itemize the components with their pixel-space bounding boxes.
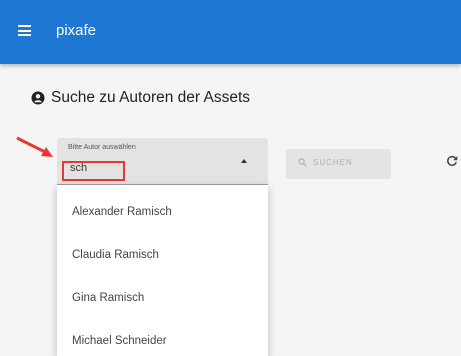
search-button[interactable]: SUCHEN <box>286 149 391 179</box>
refresh-icon[interactable] <box>446 155 458 167</box>
search-icon <box>298 158 307 167</box>
author-select-label: Bitte Autor auswählen <box>68 144 136 151</box>
author-select[interactable]: Bitte Autor auswählen sch <box>57 138 268 185</box>
app-title: pixafe <box>56 22 97 39</box>
app-bar: pixafe <box>0 0 461 64</box>
dropdown-option[interactable]: Gina Ramisch <box>57 277 268 320</box>
search-button-label: SUCHEN <box>313 158 353 167</box>
dropdown-option[interactable]: Claudia Ramisch <box>57 234 268 277</box>
author-select-input[interactable]: sch <box>70 162 87 174</box>
page-title: Suche zu Autoren der Assets <box>31 89 250 107</box>
author-dropdown-menu: Alexander Ramisch Claudia Ramisch Gina R… <box>57 185 268 356</box>
dropdown-option[interactable]: Michael Schneider <box>57 320 268 356</box>
page-title-text: Suche zu Autoren der Assets <box>51 89 251 106</box>
chevron-up-icon[interactable] <box>241 159 247 163</box>
annotation-arrow <box>16 136 53 157</box>
menu-icon[interactable] <box>18 25 31 36</box>
user-circle-icon <box>31 91 45 105</box>
dropdown-option[interactable]: Alexander Ramisch <box>57 191 268 234</box>
